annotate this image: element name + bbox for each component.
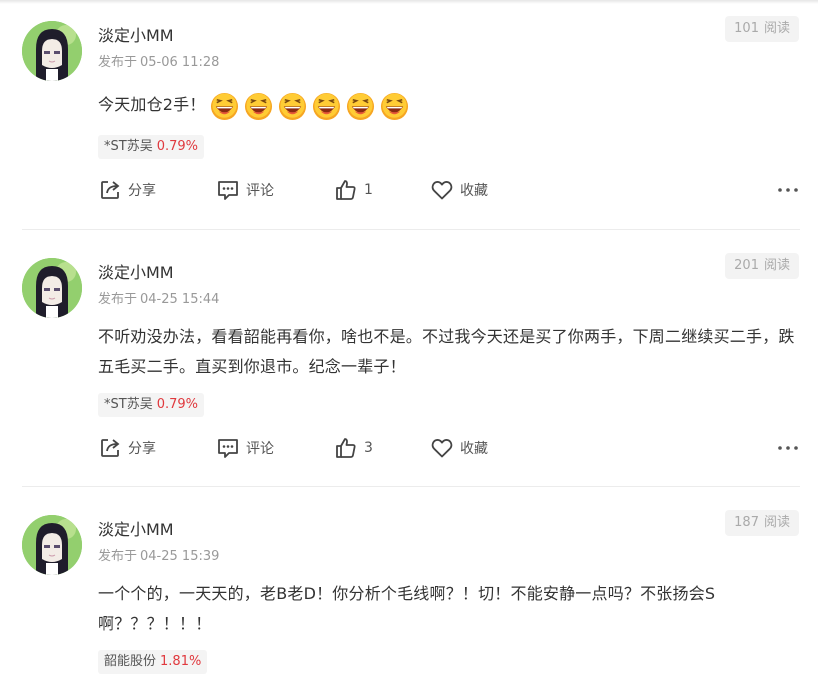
post-content: 一个个的，一天天的，老B老D！你分析个毛线啊？！切！不能安静一点吗？不张扬会S啊… — [98, 579, 800, 639]
share-label: 分享 — [128, 441, 156, 457]
avatar-image — [22, 258, 82, 318]
posted-prefix: 发布于 — [98, 292, 138, 307]
stock-name: 韶能股份 — [104, 654, 157, 669]
favorite-button[interactable]: 收藏 — [430, 434, 488, 462]
favorite-label: 收藏 — [460, 441, 488, 457]
heart-icon — [431, 181, 453, 200]
share-button[interactable]: 分享 — [98, 434, 156, 462]
posted-time: 04-25 15:39 — [140, 549, 220, 564]
stock-change: 0.79% — [156, 139, 199, 154]
emoji-row — [210, 91, 414, 121]
share-icon — [101, 181, 120, 199]
post-meta: 发布于 05-06 11:28 — [98, 51, 222, 70]
posted-prefix: 发布于 — [98, 55, 138, 70]
stock-change: 1.81% — [160, 654, 202, 669]
stock-tag[interactable]: 韶能股份 1.81% — [98, 650, 208, 674]
comment-button[interactable]: 评论 — [216, 176, 274, 204]
posted-prefix: 发布于 — [98, 549, 138, 564]
like-button[interactable]: 3 — [334, 434, 373, 462]
avatar[interactable] — [22, 515, 82, 575]
comment-label: 评论 — [246, 183, 274, 199]
read-count: 187 — [734, 515, 759, 530]
comment-button[interactable]: 评论 — [216, 434, 274, 462]
avatar-image — [22, 21, 82, 81]
share-icon — [101, 439, 120, 457]
username[interactable]: 淡定小MM — [98, 259, 174, 283]
read-count-badge: 101 阅读 — [725, 16, 799, 42]
share-label: 分享 — [128, 183, 156, 199]
stock-name: *ST苏吴 — [104, 397, 153, 412]
laughing-emoji-icon — [278, 92, 306, 120]
stock-tag[interactable]: *ST苏吴 0.79% — [98, 393, 205, 417]
post-item: 淡定小MM 发布于 05-06 11:28 101 阅读 今天加仓2手！ *ST苏吴… — [0, 0, 818, 230]
more-button[interactable] — [776, 176, 800, 204]
comment-icon — [218, 181, 238, 200]
thumbs-up-icon — [336, 438, 356, 458]
post-item: 淡定小MM 发布于 04-25 15:39 187 阅读 一个个的，一天天的，老B老… — [0, 487, 818, 681]
like-count: 1 — [364, 182, 373, 198]
laughing-emoji-icon — [380, 92, 408, 120]
post-text: 今天加仓2手！ — [98, 95, 206, 114]
comment-label: 评论 — [246, 441, 274, 457]
post-meta: 发布于 04-25 15:44 — [98, 288, 222, 307]
post-item: 淡定小MM 发布于 04-25 15:44 201 阅读 不听劝没办法，看看韶能再看… — [0, 230, 818, 487]
post-text: 不听劝没办法，看看韶能再看你，啥也不是。不过我今天还是买了你两手，下周二继续买二… — [98, 327, 795, 376]
action-bar: 分享 评论 3 收藏 — [98, 434, 800, 462]
laughing-emoji-icon — [346, 92, 374, 120]
post-text: 一个个的，一天天的，老B老D！你分析个毛线啊？！切！不能安静一点吗？不张扬会S啊… — [98, 584, 716, 633]
share-button[interactable]: 分享 — [98, 176, 156, 204]
read-count: 101 — [734, 21, 759, 36]
like-button[interactable]: 1 — [334, 176, 373, 204]
laughing-emoji-icon — [210, 92, 238, 120]
comment-icon — [218, 439, 238, 458]
thumbs-up-icon — [336, 180, 356, 200]
post-meta: 发布于 04-25 15:39 — [98, 545, 222, 564]
read-count: 201 — [734, 258, 759, 273]
heart-icon — [431, 439, 453, 458]
favorite-label: 收藏 — [460, 183, 488, 199]
post-content: 今天加仓2手！ — [98, 90, 800, 121]
read-label: 阅读 — [763, 258, 790, 273]
read-count-badge: 201 阅读 — [725, 253, 799, 279]
more-dots-icon — [778, 446, 798, 450]
like-count: 3 — [364, 440, 373, 456]
stock-name: *ST苏吴 — [104, 139, 153, 154]
more-dots-icon — [778, 188, 798, 192]
more-button[interactable] — [776, 434, 800, 462]
post-content: 不听劝没办法，看看韶能再看你，啥也不是。不过我今天还是买了你两手，下周二继续买二… — [98, 322, 800, 382]
read-count-badge: 187 阅读 — [725, 510, 799, 536]
read-label: 阅读 — [763, 21, 790, 36]
avatar-image — [22, 515, 82, 575]
action-bar: 分享 评论 1 收藏 — [98, 176, 800, 204]
avatar[interactable] — [22, 258, 82, 318]
username[interactable]: 淡定小MM — [98, 516, 174, 540]
username[interactable]: 淡定小MM — [98, 22, 174, 46]
stock-tag[interactable]: *ST苏吴 0.79% — [98, 135, 205, 159]
favorite-button[interactable]: 收藏 — [430, 176, 488, 204]
stock-change: 0.79% — [156, 397, 199, 412]
laughing-emoji-icon — [312, 92, 340, 120]
posted-time: 05-06 11:28 — [140, 55, 220, 70]
avatar[interactable] — [22, 21, 82, 81]
posted-time: 04-25 15:44 — [140, 292, 220, 307]
read-label: 阅读 — [763, 515, 790, 530]
laughing-emoji-icon — [244, 92, 272, 120]
